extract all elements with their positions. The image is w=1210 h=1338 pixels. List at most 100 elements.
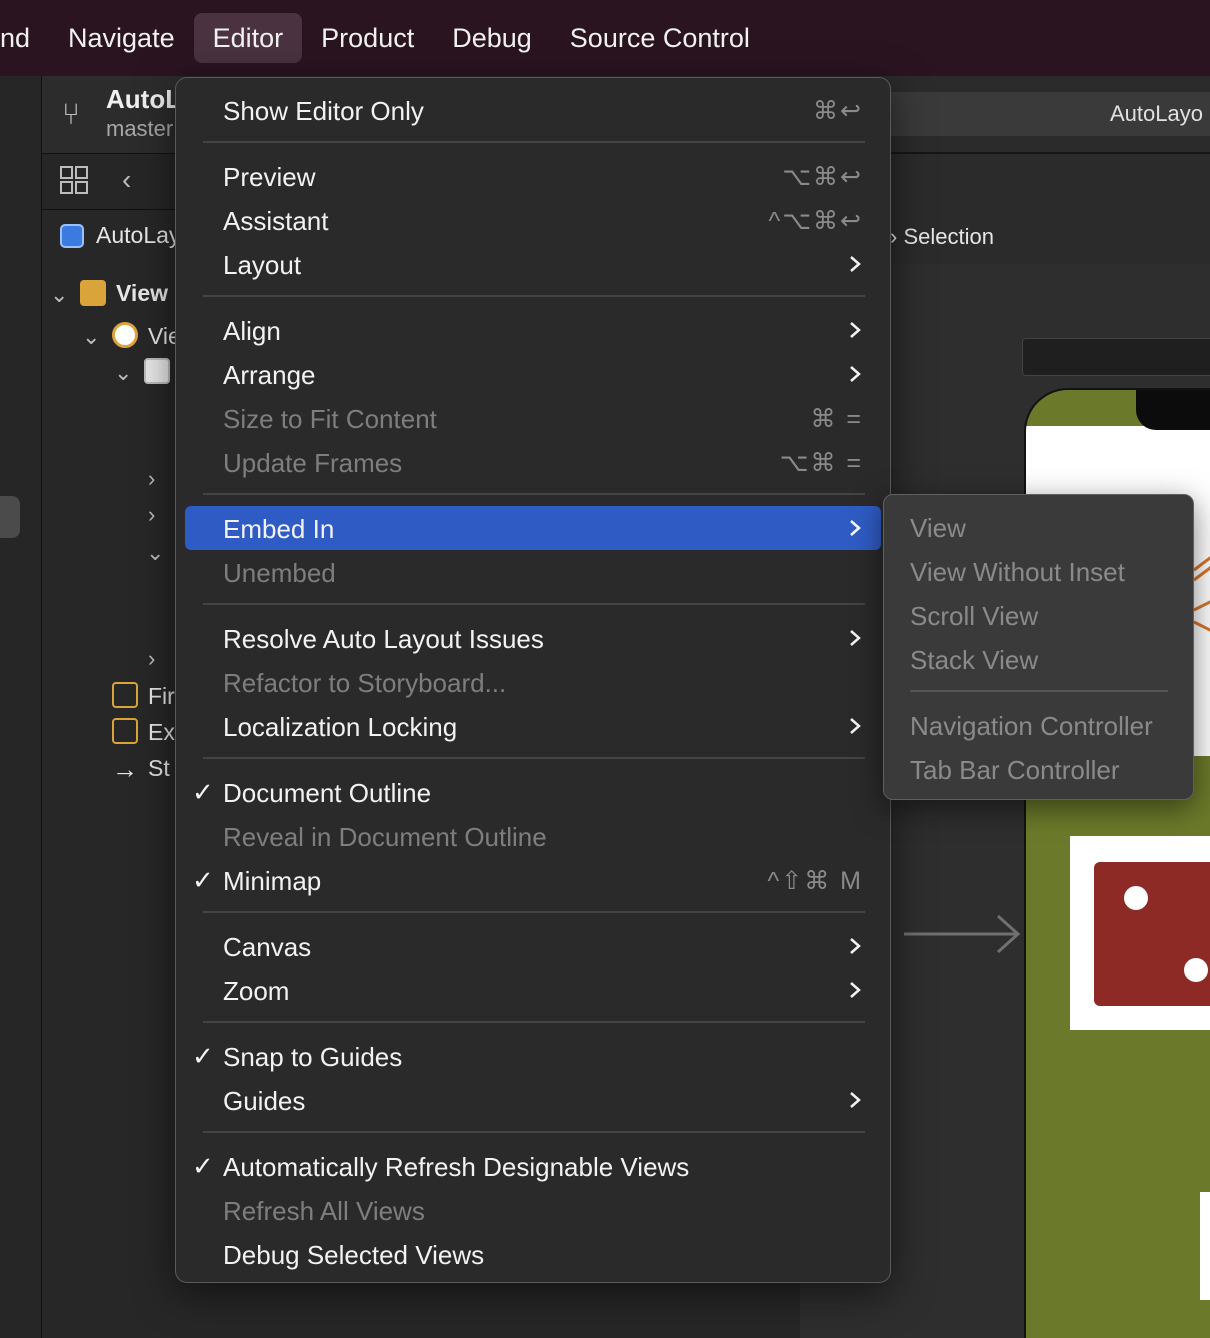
menu-item-auto-refresh[interactable]: ✓ Automatically Refresh Designable Views bbox=[185, 1144, 881, 1188]
menu-item-label: Align bbox=[223, 316, 281, 346]
left-toolbar-strip bbox=[0, 76, 42, 1338]
view-controller-icon bbox=[112, 322, 138, 348]
submenu-item-view-without-inset[interactable]: View Without Inset bbox=[910, 557, 1125, 588]
menu-item-document-outline[interactable]: ✓ Document Outline bbox=[185, 770, 881, 814]
menu-separator bbox=[203, 911, 865, 913]
shortcut-label: ⌥⌘↩ bbox=[782, 163, 863, 191]
menu-item-label: Refresh All Views bbox=[223, 1196, 425, 1226]
menu-source-control[interactable]: Source Control bbox=[551, 13, 769, 63]
checkmark-icon: ✓ bbox=[192, 1041, 214, 1071]
menu-item-label: Zoom bbox=[223, 976, 290, 1006]
menu-separator bbox=[203, 141, 865, 143]
button-view bbox=[1200, 1192, 1210, 1300]
menu-item-refresh-all-views[interactable]: Refresh All Views bbox=[185, 1188, 881, 1232]
project-branch: master bbox=[106, 116, 174, 141]
dice-image-frame bbox=[1070, 836, 1210, 1030]
menu-item-label: Embed In bbox=[223, 514, 335, 544]
menu-item-label: Arrange bbox=[223, 360, 316, 390]
menu-editor[interactable]: Editor bbox=[193, 13, 303, 63]
menu-item-label: Guides bbox=[223, 1086, 306, 1116]
submenu-chevron-icon bbox=[850, 520, 861, 536]
menu-item-update-frames[interactable]: Update Frames ⌥⌘ = bbox=[185, 440, 881, 484]
menu-item-guides[interactable]: Guides bbox=[185, 1078, 881, 1122]
chevron-down-icon[interactable]: ⌄ bbox=[82, 324, 100, 350]
submenu-chevron-icon bbox=[850, 256, 861, 272]
menu-item-size-to-fit[interactable]: Size to Fit Content ⌘ = bbox=[185, 396, 881, 440]
menu-item-layout[interactable]: Layout bbox=[185, 242, 881, 286]
submenu-chevron-icon bbox=[850, 366, 861, 382]
menu-item-debug-selected-views[interactable]: Debug Selected Views bbox=[185, 1232, 881, 1276]
outline-first-responder[interactable]: Fir bbox=[148, 683, 175, 710]
menu-item-show-editor-only[interactable]: Show Editor Only ⌘↩ bbox=[185, 88, 881, 132]
menu-item-label: Assistant bbox=[223, 206, 329, 236]
menu-debug[interactable]: Debug bbox=[433, 13, 551, 63]
menu-item-refactor[interactable]: Refactor to Storyboard... bbox=[185, 660, 881, 704]
checkmark-icon: ✓ bbox=[192, 865, 214, 895]
project-name: AutoL bbox=[106, 84, 182, 114]
entry-arrow-icon: → bbox=[112, 754, 138, 784]
menu-item-label: Canvas bbox=[223, 932, 312, 962]
editor-tab-title: AutoLayo bbox=[1110, 101, 1203, 126]
menu-item-zoom[interactable]: Zoom bbox=[185, 968, 881, 1012]
chevron-down-icon[interactable]: ⌄ bbox=[50, 282, 68, 308]
menu-navigate[interactable]: Navigate bbox=[49, 13, 194, 63]
menu-bar: ind Navigate Editor Product Debug Source… bbox=[0, 0, 1210, 76]
selection-breadcrumb[interactable]: › Selection bbox=[890, 224, 994, 250]
menu-item-embed-in[interactable]: Embed In bbox=[185, 506, 881, 550]
breadcrumb-app[interactable]: AutoLay bbox=[96, 222, 180, 249]
shortcut-label: ⌘ = bbox=[810, 405, 863, 433]
menu-product[interactable]: Product bbox=[302, 13, 433, 63]
menu-item-label: Snap to Guides bbox=[223, 1042, 403, 1072]
view-icon bbox=[144, 358, 170, 384]
editor-menu: Show Editor Only ⌘↩ Preview ⌥⌘↩ Assistan… bbox=[175, 77, 891, 1283]
chevron-right-icon[interactable]: › bbox=[148, 502, 155, 528]
submenu-item-navigation-controller[interactable]: Navigation Controller bbox=[910, 711, 1153, 742]
menu-item-label: Resolve Auto Layout Issues bbox=[223, 624, 544, 654]
menu-item-snap-to-guides[interactable]: ✓ Snap to Guides bbox=[185, 1034, 881, 1078]
menu-item-label: Debug Selected Views bbox=[223, 1240, 485, 1270]
menu-item-label: Minimap bbox=[223, 866, 322, 896]
divider bbox=[880, 152, 1210, 154]
chevron-right-icon[interactable]: › bbox=[148, 466, 155, 492]
menu-item-canvas[interactable]: Canvas bbox=[185, 924, 881, 968]
menu-item-localization-locking[interactable]: Localization Locking bbox=[185, 704, 881, 748]
menu-item-label: Automatically Refresh Designable Views bbox=[223, 1152, 690, 1182]
chevron-down-icon[interactable]: ⌄ bbox=[114, 360, 132, 386]
menu-item-assistant[interactable]: Assistant ^⌥⌘↩ bbox=[185, 198, 881, 242]
menu-item-resolve-auto-layout[interactable]: Resolve Auto Layout Issues bbox=[185, 616, 881, 660]
outline-exit[interactable]: Ex bbox=[148, 719, 175, 746]
menu-separator bbox=[910, 690, 1168, 692]
menu-find[interactable]: ind bbox=[0, 13, 49, 63]
dice-image bbox=[1094, 862, 1210, 1006]
chevron-right-icon[interactable]: › bbox=[148, 646, 155, 672]
menu-item-align[interactable]: Align bbox=[185, 308, 881, 352]
shortcut-label: ^⌥⌘↩ bbox=[768, 207, 863, 235]
submenu-item-stack-view[interactable]: Stack View bbox=[910, 645, 1038, 676]
menu-item-label: Document Outline bbox=[223, 778, 432, 808]
embed-in-submenu: View View Without Inset Scroll View Stac… bbox=[883, 494, 1194, 800]
outline-storyboard-entry[interactable]: St bbox=[148, 755, 170, 782]
menu-item-label: Show Editor Only bbox=[223, 96, 424, 126]
menu-separator bbox=[203, 295, 865, 297]
submenu-item-scroll-view[interactable]: Scroll View bbox=[910, 601, 1038, 632]
back-arrow-icon[interactable]: ‹ bbox=[122, 164, 131, 196]
exit-icon bbox=[112, 718, 138, 744]
outline-view-scene[interactable]: View bbox=[116, 280, 168, 307]
menu-item-arrange[interactable]: Arrange bbox=[185, 352, 881, 396]
device-notch bbox=[1136, 390, 1210, 430]
dice-pip bbox=[1124, 886, 1148, 910]
chevron-down-icon[interactable]: ⌄ bbox=[146, 540, 164, 566]
menu-separator bbox=[203, 1021, 865, 1023]
menu-item-label: Layout bbox=[223, 250, 302, 280]
menu-item-reveal-in-outline[interactable]: Reveal in Document Outline bbox=[185, 814, 881, 858]
menu-item-minimap[interactable]: ✓ Minimap ^⇧⌘ M bbox=[185, 858, 881, 902]
submenu-item-tab-bar-controller[interactable]: Tab Bar Controller bbox=[910, 755, 1120, 786]
menu-item-preview[interactable]: Preview ⌥⌘↩ bbox=[185, 154, 881, 198]
submenu-chevron-icon bbox=[850, 718, 861, 734]
related-items-icon[interactable] bbox=[60, 166, 88, 194]
menu-item-unembed[interactable]: Unembed bbox=[185, 550, 881, 594]
submenu-item-view[interactable]: View bbox=[910, 513, 966, 544]
checkmark-icon: ✓ bbox=[192, 777, 214, 807]
menu-separator bbox=[203, 493, 865, 495]
first-responder-icon bbox=[112, 682, 138, 708]
